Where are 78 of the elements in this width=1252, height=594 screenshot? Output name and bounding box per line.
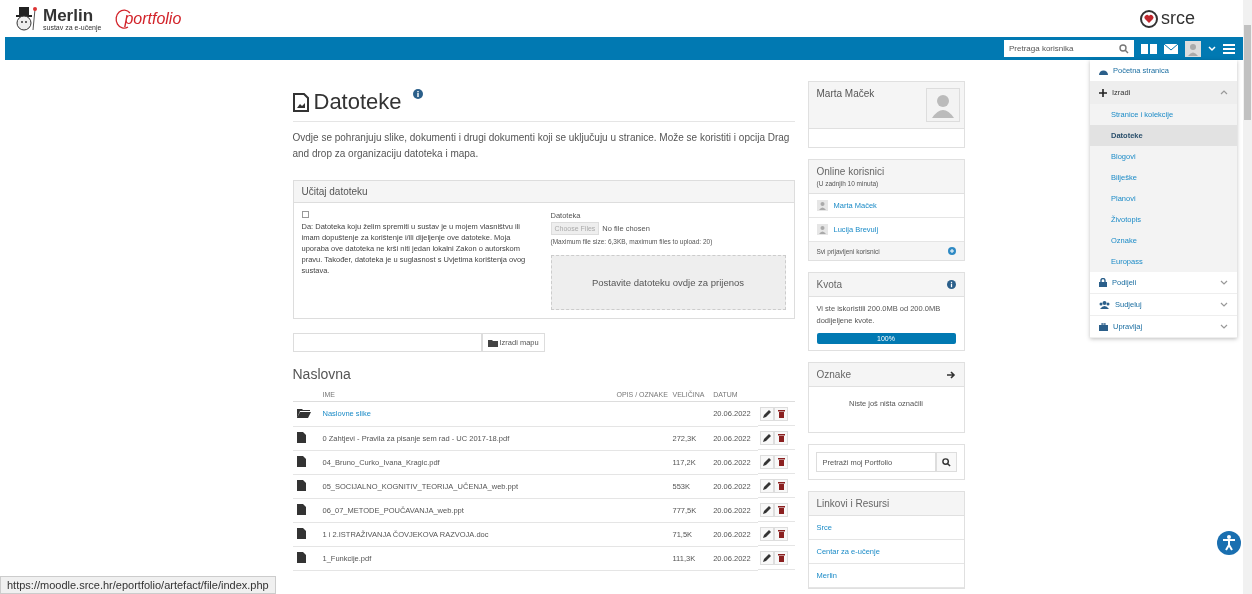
user-icon	[816, 224, 828, 235]
page-title: Datoteke	[313, 89, 402, 115]
edit-button[interactable]	[760, 478, 775, 493]
user-search-field[interactable]: Pretraga korisnika	[1004, 40, 1134, 57]
file-icon	[296, 455, 306, 467]
chevron-down-icon[interactable]	[1208, 45, 1216, 52]
folder-name-field[interactable]	[292, 333, 482, 352]
plus-icon	[1099, 88, 1107, 97]
language-icon[interactable]	[1141, 43, 1157, 54]
info-icon[interactable]	[412, 89, 423, 99]
pencil-icon	[763, 481, 772, 490]
delete-button[interactable]	[774, 430, 789, 445]
status-url: https://moodle.srce.hr/eportfolio/artefact/file/index.php	[0, 576, 276, 594]
file-icon	[296, 527, 306, 539]
folder-icon	[487, 338, 498, 347]
page-description: Ovdje se pohranjuju slike, dokumenti i drugi dokumenti koji se uključuju u stranice. Može se koristiti i opcija Drag and drop za organizaciju datoteka i mapa.	[292, 131, 791, 161]
card-title: Linkovi i Resursi	[816, 498, 890, 509]
card-title: Oznake	[816, 369, 851, 380]
edit-button[interactable]	[760, 430, 775, 445]
info-icon[interactable]	[946, 280, 956, 289]
arrow-right-icon[interactable]	[946, 370, 956, 379]
pencil-icon	[763, 457, 772, 466]
delete-button[interactable]	[774, 526, 789, 541]
pencil-icon	[763, 553, 772, 562]
profile-name: Marta Maček	[816, 88, 875, 101]
edit-button[interactable]	[760, 502, 775, 517]
trash-icon	[777, 553, 785, 562]
trash-icon	[777, 481, 785, 490]
search-button[interactable]	[935, 452, 957, 472]
file-icon	[296, 551, 306, 563]
plus-circle-icon[interactable]	[947, 247, 956, 255]
chevron-down-icon	[1220, 280, 1228, 285]
delete-button[interactable]	[774, 406, 789, 421]
consent-checkbox[interactable]	[301, 211, 309, 218]
trash-icon	[777, 457, 785, 466]
panel-heading: Učitaj datoteku	[293, 181, 794, 203]
delete-button[interactable]	[774, 478, 789, 493]
pencil-icon	[763, 433, 772, 442]
trash-icon	[777, 433, 785, 442]
card-title: Kvota	[816, 279, 843, 290]
edit-button[interactable]	[760, 550, 775, 565]
edit-button[interactable]	[760, 406, 775, 421]
section-title: Naslovna	[292, 366, 352, 382]
user-icon	[816, 200, 828, 211]
trash-icon	[777, 529, 785, 538]
users-icon	[1099, 300, 1110, 309]
briefcase-icon	[1099, 322, 1108, 331]
eportfolio-logo[interactable]: portfolio	[114, 7, 182, 30]
folder-icon	[296, 407, 311, 418]
mail-icon[interactable]	[1164, 43, 1178, 54]
menu-icon[interactable]	[1223, 43, 1235, 54]
pencil-icon	[763, 409, 772, 418]
pencil-icon	[763, 529, 772, 538]
chevron-up-icon	[1220, 90, 1228, 95]
file-icon	[296, 431, 306, 443]
edit-button[interactable]	[760, 454, 775, 469]
file-icon	[296, 503, 306, 515]
delete-button[interactable]	[774, 502, 789, 517]
file-icon	[296, 479, 306, 491]
chevron-down-icon	[1220, 324, 1228, 329]
scrollbar[interactable]	[1243, 0, 1252, 594]
pencil-icon	[763, 505, 772, 514]
image-file-icon	[292, 92, 309, 112]
accessibility-icon[interactable]	[1217, 531, 1241, 555]
srce-logo[interactable]: srce	[1139, 8, 1195, 29]
trash-icon	[777, 409, 785, 418]
search-icon	[941, 457, 951, 467]
delete-button[interactable]	[774, 550, 789, 565]
drop-zone[interactable]: Postavite datoteku ovdje za prijenos	[550, 255, 786, 310]
edit-button[interactable]	[760, 526, 775, 541]
chevron-down-icon	[1220, 302, 1228, 307]
trash-icon	[777, 505, 785, 514]
delete-button[interactable]	[774, 454, 789, 469]
lock-icon	[1099, 278, 1107, 287]
user-avatar-icon[interactable]	[1185, 40, 1201, 57]
card-title: Online korisnici	[816, 166, 886, 177]
wizard-mascot-icon	[14, 5, 40, 32]
search-icon[interactable]	[1119, 43, 1129, 54]
